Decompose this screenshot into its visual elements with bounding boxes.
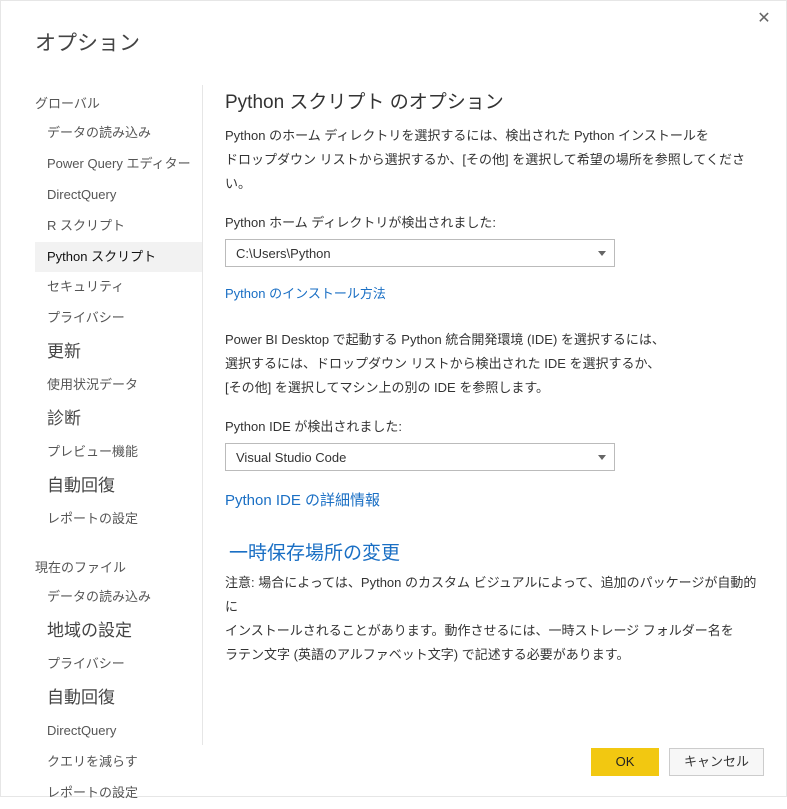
sidebar-item-diagnostics[interactable]: 診断 (35, 401, 202, 437)
sidebar-section-global: グローバル (35, 85, 202, 118)
python-install-link[interactable]: Python のインストール方法 (225, 283, 764, 302)
sidebar-item-autorecover[interactable]: 自動回復 (35, 468, 202, 504)
sidebar-item-directquery[interactable]: DirectQuery (35, 180, 202, 211)
ide-desc-line2: 選択するには、ドロップダウン リストから検出された IDE を選択するか、 (225, 356, 660, 371)
chevron-down-icon (598, 251, 606, 256)
sidebar-item-security[interactable]: セキュリティ (35, 272, 202, 303)
sidebar-item-cf-directquery[interactable]: DirectQuery (35, 716, 202, 747)
sidebar-item-cf-regional[interactable]: 地域の設定 (35, 613, 202, 649)
temp-desc-line1: 注意: 場合によっては、Python のカスタム ビジュアルによって、追加のパッ… (225, 575, 756, 614)
sidebar-item-cf-report-settings[interactable]: レポートの設定 (35, 778, 202, 809)
sidebar-item-preview[interactable]: プレビュー機能 (35, 437, 202, 468)
ide-label: Python IDE が検出されました: (225, 416, 764, 435)
ide-desc-line1: Power BI Desktop で起動する Python 統合開発環境 (ID… (225, 332, 665, 347)
cancel-button[interactable]: キャンセル (669, 748, 764, 776)
section-heading: Python スクリプト のオプション (225, 87, 764, 114)
sidebar-item-cf-privacy[interactable]: プライバシー (35, 649, 202, 680)
temp-location-heading[interactable]: 一時保存場所の変更 (229, 538, 764, 565)
home-dir-value: C:\Users\Python (236, 246, 331, 261)
ide-description: Power BI Desktop で起動する Python 統合開発環境 (ID… (225, 328, 764, 400)
ide-dropdown[interactable]: Visual Studio Code (225, 443, 615, 471)
home-description: Python のホーム ディレクトリを選択するには、検出された Python イ… (225, 124, 764, 196)
sidebar-item-update[interactable]: 更新 (35, 334, 202, 370)
close-button[interactable]: ✕ (754, 9, 774, 29)
temp-desc-line3: ラテン文字 (英語のアルファベット文字) で記述する必要があります。 (225, 647, 629, 662)
dialog-title: オプション (1, 1, 786, 57)
sidebar-item-data-load[interactable]: データの読み込み (35, 118, 202, 149)
temp-desc-line2: インストールされることがあります。動作させるには、一時ストレージ フォルダー名を (225, 623, 734, 638)
ide-desc-line3: [その他] を選択してマシン上の別の IDE を参照します。 (225, 380, 549, 395)
close-icon: ✕ (757, 10, 770, 27)
main-panel: Python スクリプト のオプション Python のホーム ディレクトリを選… (203, 85, 786, 745)
home-dir-dropdown[interactable]: C:\Users\Python (225, 239, 615, 267)
sidebar-item-report-settings[interactable]: レポートの設定 (35, 504, 202, 535)
sidebar-item-python-script[interactable]: Python スクリプト (35, 242, 202, 273)
sidebar-item-cf-reduce-queries[interactable]: クエリを減らす (35, 747, 202, 778)
python-ide-info-link[interactable]: Python IDE の詳細情報 (225, 489, 764, 510)
sidebar-item-usage-data[interactable]: 使用状況データ (35, 370, 202, 401)
dialog-footer: OK キャンセル (591, 748, 764, 776)
temp-location-description: 注意: 場合によっては、Python のカスタム ビジュアルによって、追加のパッ… (225, 571, 764, 667)
sidebar-item-cf-data-load[interactable]: データの読み込み (35, 582, 202, 613)
chevron-down-icon (598, 455, 606, 460)
home-desc-line1: Python のホーム ディレクトリを選択するには、検出された Python イ… (225, 128, 709, 143)
sidebar-item-cf-autorecover[interactable]: 自動回復 (35, 680, 202, 716)
sidebar-item-privacy[interactable]: プライバシー (35, 303, 202, 334)
sidebar: グローバル データの読み込み Power Query エディター DirectQ… (35, 85, 203, 745)
home-dir-label: Python ホーム ディレクトリが検出されました: (225, 212, 764, 231)
ide-value: Visual Studio Code (236, 450, 346, 465)
sidebar-item-power-query[interactable]: Power Query エディター (35, 149, 202, 180)
home-desc-line2: ドロップダウン リストから選択するか、[その他] を選択して希望の場所を参照して… (225, 152, 745, 191)
ok-button[interactable]: OK (591, 748, 659, 776)
sidebar-item-r-script[interactable]: R スクリプト (35, 211, 202, 242)
sidebar-section-current-file: 現在のファイル (35, 549, 202, 582)
